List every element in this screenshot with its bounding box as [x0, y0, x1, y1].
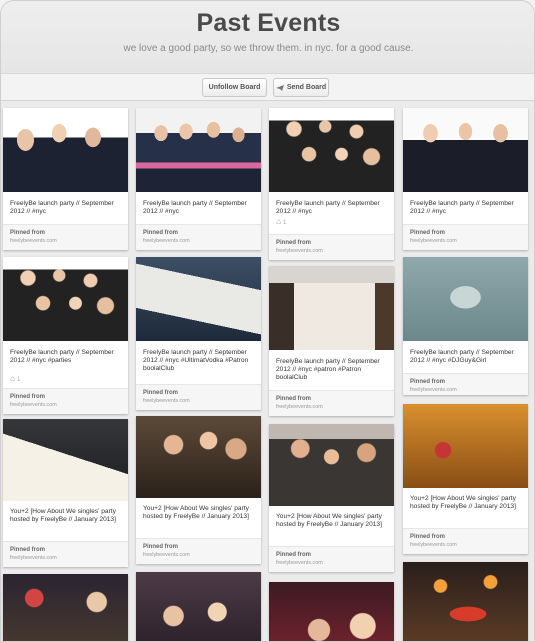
pin-description: FreelyBe launch party // September 2012 …: [410, 349, 514, 364]
pin-source-link[interactable]: freelybeevents.com: [410, 542, 457, 548]
board-title: Past Events: [196, 9, 341, 37]
pin-card[interactable]: You+2 [How About We singles' party hoste…: [269, 424, 394, 572]
pin-source-link[interactable]: freelybeevents.com: [276, 248, 323, 254]
pin-description: FreelyBe launch party // September 2012 …: [143, 200, 247, 215]
pin-description: FreelyBe launch party // September 2012 …: [10, 349, 114, 364]
pin-source-link[interactable]: freelybeevents.com: [410, 238, 457, 244]
pin-image[interactable]: [269, 424, 394, 506]
pin-image[interactable]: [3, 574, 128, 641]
pin-card[interactable]: FreelyBe launch party // September 2012 …: [269, 108, 394, 260]
pin-source-link[interactable]: freelybeevents.com: [143, 398, 190, 404]
pin-source: Pinned from freelybeevents.com: [403, 224, 528, 250]
unfollow-board-label: Unfollow Board: [208, 84, 261, 91]
pin-source: Pinned from freelybeevents.com: [403, 528, 528, 554]
pin-image[interactable]: [136, 572, 261, 641]
pin-source-link[interactable]: freelybeevents.com: [276, 404, 323, 410]
pin-image[interactable]: [136, 108, 261, 192]
pin-card[interactable]: [269, 582, 394, 641]
pin-description: FreelyBe launch party // September 2012 …: [276, 200, 380, 215]
pin-source-link[interactable]: freelybeevents.com: [143, 238, 190, 244]
pinned-from-label: Pinned from: [276, 396, 312, 402]
pin-image[interactable]: [403, 404, 528, 488]
pin-card[interactable]: FreelyBe launch party // September 2012 …: [3, 257, 128, 414]
pin-card[interactable]: [136, 572, 261, 641]
pin-source: Pinned from freelybeevents.com: [269, 546, 394, 572]
pin-image[interactable]: [269, 108, 394, 192]
pin-card[interactable]: FreelyBe launch party // September 2012 …: [269, 266, 394, 416]
pinned-from-label: Pinned from: [10, 230, 46, 236]
pin-source: Pinned from freelybeevents.com: [269, 390, 394, 416]
pin-source: Pinned from freelybeevents.com: [136, 384, 261, 410]
pinned-from-label: Pinned from: [143, 544, 179, 550]
pinned-from-label: Pinned from: [276, 240, 312, 246]
pin-source-link[interactable]: freelybeevents.com: [10, 238, 57, 244]
pin-source: Pinned from freelybeevents.com: [136, 538, 261, 564]
pin-description: FreelyBe launch party // September 2012 …: [10, 200, 114, 215]
pin-description: FreelyBe launch party // September 2012 …: [410, 200, 514, 215]
board-toolbar: Unfollow Board Send Board: [1, 73, 534, 101]
pin-image[interactable]: [3, 257, 128, 341]
repin-count: ♺ 1: [276, 220, 287, 226]
pin-image[interactable]: [3, 419, 128, 501]
pinned-from-label: Pinned from: [10, 547, 46, 553]
pin-image[interactable]: [269, 266, 394, 350]
pin-source: Pinned from freelybeevents.com: [403, 373, 528, 395]
pin-description: You+2 [How About We singles' party hoste…: [410, 495, 516, 510]
pinned-from-label: Pinned from: [410, 230, 446, 236]
send-icon: [275, 84, 284, 91]
pin-source-link[interactable]: freelybeevents.com: [143, 552, 190, 558]
pinned-from-label: Pinned from: [10, 394, 46, 400]
pin-card[interactable]: FreelyBe launch party // September 2012 …: [403, 108, 528, 250]
pin-image[interactable]: [136, 257, 261, 341]
pin-card[interactable]: You+2 [How About We singles' party hoste…: [403, 404, 528, 554]
pin-image[interactable]: [3, 108, 128, 192]
pin-source: Pinned from freelybeevents.com: [269, 234, 394, 260]
send-board-button[interactable]: Send Board: [273, 78, 329, 97]
pin-source-link[interactable]: freelybeevents.com: [276, 560, 323, 566]
pin-image[interactable]: [403, 562, 528, 641]
board-header: Past Events we love a good party, so we …: [1, 1, 534, 73]
pin-image[interactable]: [269, 582, 394, 641]
pin-card[interactable]: You+2 [How About We singles' party hoste…: [136, 416, 261, 564]
pin-card[interactable]: FreelyBe launch party // September 2012 …: [403, 257, 528, 395]
repin-count: ♺ 1: [10, 377, 21, 383]
unfollow-board-button[interactable]: Unfollow Board: [202, 78, 267, 97]
pinned-from-label: Pinned from: [143, 390, 179, 396]
board-page: Past Events we love a good party, so we …: [0, 0, 535, 642]
pin-source: Pinned from freelybeevents.com: [3, 388, 128, 414]
pin-description: You+2 [How About We singles' party hoste…: [10, 508, 116, 523]
pin-card[interactable]: [403, 562, 528, 641]
pin-card[interactable]: [3, 574, 128, 641]
pin-image[interactable]: [403, 108, 528, 192]
pin-source: Pinned from freelybeevents.com: [3, 224, 128, 250]
pin-image[interactable]: [403, 257, 528, 341]
pin-source: Pinned from freelybeevents.com: [3, 541, 128, 567]
pin-description: FreelyBe launch party // September 2012 …: [276, 358, 380, 381]
pin-source-link[interactable]: freelybeevents.com: [10, 555, 57, 561]
pinned-from-label: Pinned from: [276, 552, 312, 558]
board-description: we love a good party, so we throw them. …: [123, 43, 414, 54]
pin-source-link[interactable]: freelybeevents.com: [410, 387, 457, 393]
pin-description: You+2 [How About We singles' party hoste…: [143, 505, 249, 520]
pin-card[interactable]: FreelyBe launch party // September 2012 …: [136, 257, 261, 410]
pin-source-link[interactable]: freelybeevents.com: [10, 402, 57, 408]
pin-description: You+2 [How About We singles' party hoste…: [276, 513, 382, 528]
pin-card[interactable]: You+2 [How About We singles' party hoste…: [3, 419, 128, 567]
pin-card[interactable]: FreelyBe launch party // September 2012 …: [3, 108, 128, 250]
pin-image[interactable]: [136, 416, 261, 498]
pin-grid: FreelyBe launch party // September 2012 …: [1, 101, 534, 641]
pinned-from-label: Pinned from: [143, 230, 179, 236]
send-board-label: Send Board: [286, 84, 327, 91]
pin-source: Pinned from freelybeevents.com: [136, 224, 261, 250]
pin-description: FreelyBe launch party // September 2012 …: [143, 349, 249, 372]
pinned-from-label: Pinned from: [410, 534, 446, 540]
pinned-from-label: Pinned from: [410, 379, 446, 385]
pin-card[interactable]: FreelyBe launch party // September 2012 …: [136, 108, 261, 250]
